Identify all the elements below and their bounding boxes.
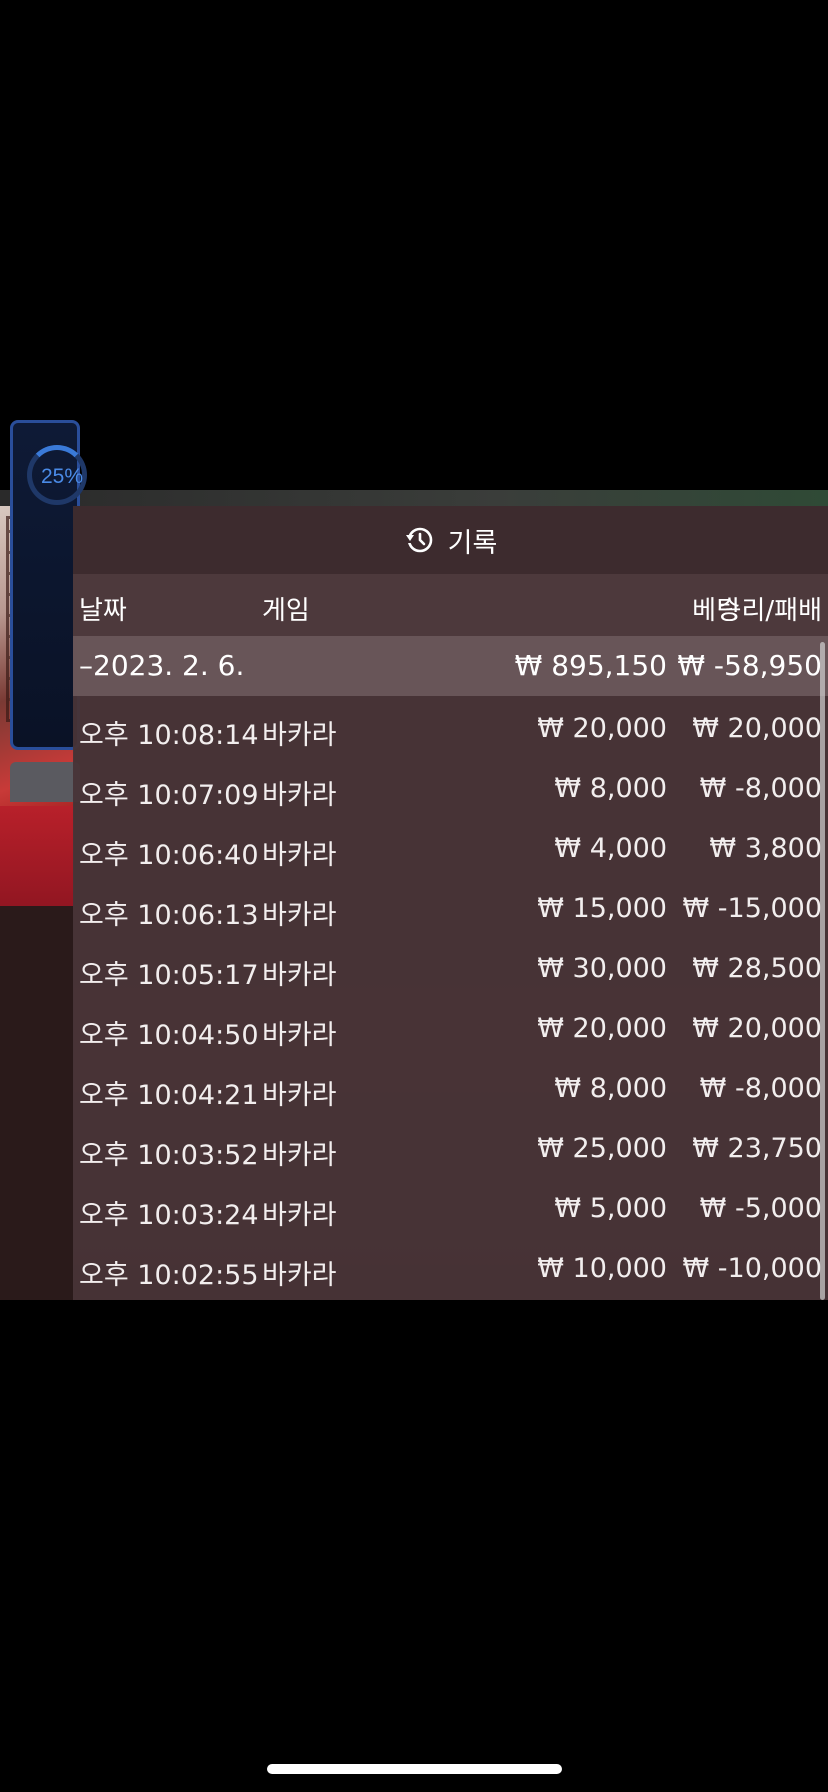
row-time: 오후 10:07:09 — [79, 780, 259, 811]
row-game: 바카라 — [262, 1260, 337, 1291]
history-rows: 오후 10:08:14 바카라 ₩ 20,000 ₩ 20,000 오후 10:… — [73, 696, 828, 1296]
row-result: ₩ 20,000 — [692, 1013, 822, 1044]
row-time: 오후 10:02:55 — [79, 1260, 259, 1291]
table-row[interactable]: 오후 10:06:13 바카라 ₩ 15,000 ₩ -15,000 — [73, 876, 828, 936]
row-result: ₩ -10,000 — [682, 1253, 823, 1284]
row-bet: ₩ 4,000 — [554, 833, 667, 864]
table-row[interactable]: 오후 10:05:17 바카라 ₩ 30,000 ₩ 28,500 — [73, 936, 828, 996]
row-result: ₩ 23,750 — [692, 1133, 822, 1164]
row-game: 바카라 — [262, 900, 337, 931]
row-time: 오후 10:08:14 — [79, 720, 259, 751]
column-header-row: 날짜 게임 베팅 승리/패배 — [73, 574, 828, 636]
date-group-label: –2023. 2. 6. — [79, 649, 245, 682]
row-game: 바카라 — [262, 840, 337, 871]
history-icon — [404, 525, 434, 555]
row-time: 오후 10:03:52 — [79, 1140, 259, 1171]
row-result: ₩ -8,000 — [699, 773, 822, 804]
date-group-win-loss-total: ₩ -58,950 — [677, 649, 822, 682]
table-row[interactable]: 오후 10:07:09 바카라 ₩ 8,000 ₩ -8,000 — [73, 756, 828, 816]
video-top-edge — [0, 490, 828, 506]
row-bet: ₩ 30,000 — [537, 953, 667, 984]
table-row[interactable]: 오후 10:03:52 바카라 ₩ 25,000 ₩ 23,750 — [73, 1116, 828, 1176]
table-row[interactable]: 오후 10:03:24 바카라 ₩ 5,000 ₩ -5,000 — [73, 1176, 828, 1236]
side-percent-label: 25% — [41, 465, 84, 488]
side-stat-card[interactable]: 25% — [10, 420, 87, 750]
row-game: 바카라 — [262, 1080, 337, 1111]
row-bet: ₩ 8,000 — [554, 773, 667, 804]
scene-dark-area — [0, 906, 74, 1300]
panel-header: 기록 — [73, 506, 828, 574]
row-result: ₩ 3,800 — [709, 833, 822, 864]
table-row[interactable]: 오후 10:02:55 바카라 ₩ 10,000 ₩ -10,000 — [73, 1236, 828, 1296]
row-time: 오후 10:06:13 — [79, 900, 259, 931]
side-bottom-button[interactable] — [10, 762, 80, 802]
home-indicator[interactable] — [267, 1764, 562, 1774]
table-row[interactable]: 오후 10:04:21 바카라 ₩ 8,000 ₩ -8,000 — [73, 1056, 828, 1116]
row-time: 오후 10:04:21 — [79, 1080, 259, 1111]
row-result: ₩ 28,500 — [692, 953, 822, 984]
row-bet: ₩ 5,000 — [554, 1193, 667, 1224]
row-time: 오후 10:05:17 — [79, 960, 259, 991]
date-group-row[interactable]: –2023. 2. 6. ₩ 895,150 ₩ -58,950 — [73, 636, 828, 696]
row-game: 바카라 — [262, 780, 337, 811]
row-bet: ₩ 8,000 — [554, 1073, 667, 1104]
row-game: 바카라 — [262, 1200, 337, 1231]
row-game: 바카라 — [262, 960, 337, 991]
column-header-win-loss[interactable]: 승리/패배 — [718, 590, 822, 627]
row-result: ₩ 20,000 — [692, 713, 822, 744]
date-group-bet-total: ₩ 895,150 — [514, 649, 667, 682]
scrollbar[interactable] — [820, 642, 825, 1300]
row-bet: ₩ 20,000 — [537, 1013, 667, 1044]
table-row[interactable]: 오후 10:06:40 바카라 ₩ 4,000 ₩ 3,800 — [73, 816, 828, 876]
row-result: ₩ -15,000 — [682, 893, 823, 924]
row-result: ₩ -8,000 — [699, 1073, 822, 1104]
row-bet: ₩ 15,000 — [537, 893, 667, 924]
row-time: 오후 10:06:40 — [79, 840, 259, 871]
table-row[interactable]: 오후 10:08:14 바카라 ₩ 20,000 ₩ 20,000 — [73, 696, 828, 756]
history-panel: 기록 날짜 게임 베팅 승리/패배 –2023. 2. 6. ₩ 895,150… — [73, 506, 828, 1300]
row-game: 바카라 — [262, 1140, 337, 1171]
row-bet: ₩ 25,000 — [537, 1133, 667, 1164]
row-bet: ₩ 20,000 — [537, 713, 667, 744]
row-bet: ₩ 10,000 — [537, 1253, 667, 1284]
column-header-date[interactable]: 날짜 — [79, 590, 127, 627]
row-game: 바카라 — [262, 1020, 337, 1051]
screen: 25% 기록 날짜 게임 베팅 승리/패배 –2023. 2. 6. ₩ 895… — [0, 0, 828, 1792]
row-game: 바카라 — [262, 720, 337, 751]
row-time: 오후 10:03:24 — [79, 1200, 259, 1231]
row-result: ₩ -5,000 — [699, 1193, 822, 1224]
row-time: 오후 10:04:50 — [79, 1020, 259, 1051]
panel-title: 기록 — [447, 527, 498, 559]
column-header-game[interactable]: 게임 — [262, 590, 310, 627]
table-row[interactable]: 오후 10:04:50 바카라 ₩ 20,000 ₩ 20,000 — [73, 996, 828, 1056]
